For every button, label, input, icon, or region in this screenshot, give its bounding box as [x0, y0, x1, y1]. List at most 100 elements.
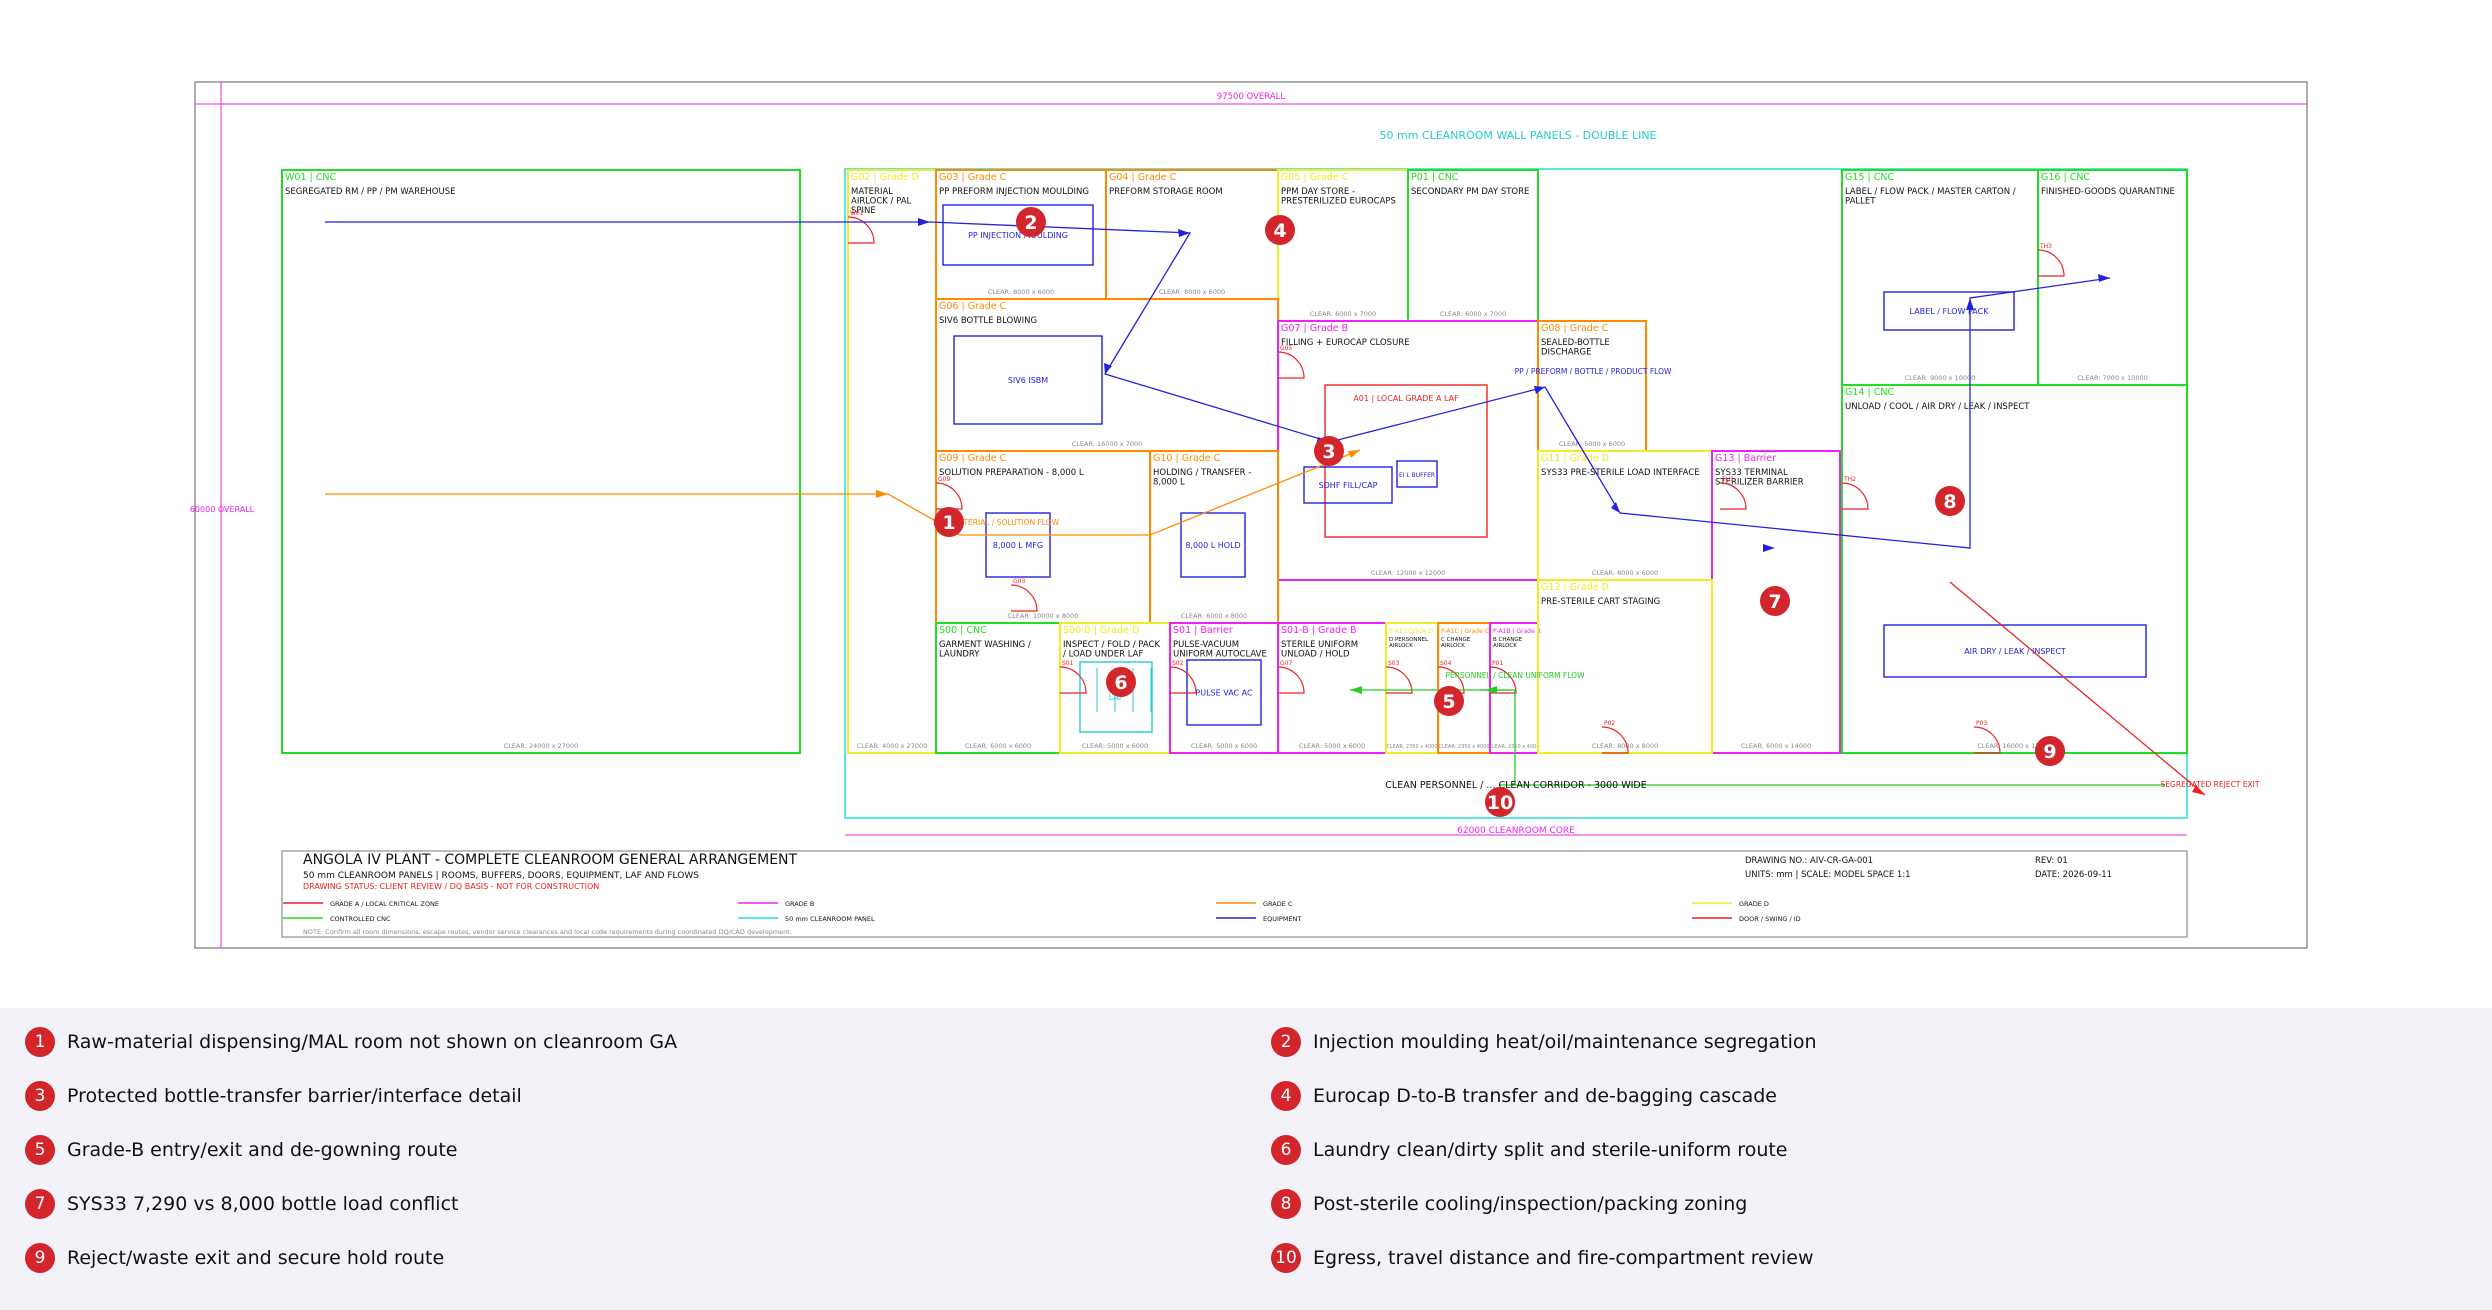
note-item-10: 10 Egress, travel distance and fire-compa… [1271, 1240, 1814, 1276]
note-text: Eurocap D-to-B transfer and de-bagging c… [1313, 1085, 1777, 1107]
room-pst-name: PRE-STERILE CART STAGING [1541, 597, 1660, 607]
equipment-fill: SDHF FILL/CAP [1303, 466, 1393, 504]
equipment-air: AIR DRY / LEAK / INSPECT [1883, 624, 2147, 678]
room-g04-id: G04 | Grade C [1109, 172, 1177, 183]
note-text: Raw-material dispensing/MAL room not sho… [67, 1031, 678, 1053]
room-g09: G09 | Grade C SOLUTION PREPARATION - 8,00… [935, 450, 1151, 624]
room-g08-name: SEALED-BOTTLE [1541, 338, 1610, 348]
review-marker-8[interactable]: 8 [1935, 486, 1965, 516]
room-g06-id: G06 | Grade C [939, 301, 1007, 312]
room-w01-id: W01 | CNC [285, 172, 336, 183]
note-text: SYS33 7,290 vs 8,000 bottle load conflic… [67, 1193, 459, 1215]
legend-label: 50 mm CLEANROOM PANEL [785, 915, 875, 923]
room-g07-clear: CLEAR: 12000 x 12000 [1371, 569, 1446, 577]
note-number-badge: 6 [1271, 1135, 1301, 1165]
door-id: S01 [1062, 660, 1074, 667]
room-ins-name: / LOAD UNDER LAF [1063, 650, 1143, 660]
equipment-label: PP INJECTION MOULDING [968, 231, 1068, 240]
review-marker-6[interactable]: 6 [1106, 667, 1136, 697]
room-g07-name: FILLING + EUROCAP CLOSURE [1281, 338, 1410, 348]
room-s00-id: S00 | CNC [939, 625, 987, 636]
legend-label: GRADE A / LOCAL CRITICAL ZONE [330, 900, 439, 908]
door-id: TH2 [1843, 476, 1856, 483]
review-marker-9[interactable]: 9 [2035, 736, 2065, 766]
room-g06-clear: CLEAR: 16000 x 7000 [1072, 440, 1142, 448]
room-pa3-id: P-A1B | Grade B [1493, 628, 1541, 635]
door-swing: S02 [1169, 660, 1197, 694]
legend-label: EQUIPMENT [1263, 915, 1301, 923]
room-g08-id: G08 | Grade C [1541, 323, 1609, 334]
room-pa1-id: P-A1 | Grade D [1389, 628, 1433, 635]
note-number-badge: 7 [25, 1189, 55, 1219]
room-g05: G05 | Grade C PPM DAY STORE -PRESTERILIZE… [1277, 169, 1409, 322]
room-g08-clear: CLEAR: 5000 x 6000 [1559, 440, 1625, 448]
room-g15-clear: CLEAR: 9000 x 10000 [1905, 374, 1975, 382]
room-s00-name: LAUNDRY [939, 650, 980, 660]
equipment-sib: SIV6 ISBM [953, 335, 1103, 425]
door-id: TH3 [2039, 243, 2052, 250]
room-ins-name: INSPECT / FOLD / PACK [1063, 640, 1160, 650]
room-p01-name: SECONDARY PM DAY STORE [1411, 187, 1529, 197]
review-marker-number: 8 [1943, 491, 1956, 513]
review-marker-3[interactable]: 3 [1314, 436, 1344, 466]
review-marker-number: 6 [1114, 672, 1127, 694]
review-marker-10[interactable]: 10 [1485, 787, 1515, 817]
note-item-3: 3 Protected bottle-transfer barrier/inter… [25, 1078, 522, 1114]
equipment-pulse: PULSE VAC AC [1186, 659, 1262, 726]
door-id: G05 [1280, 345, 1292, 352]
core-dim: 62000 CLEANROOM CORE [1457, 826, 1575, 836]
drawing-units: UNITS: mm | SCALE: MODEL SPACE 1:1 [1745, 870, 1911, 880]
room-w01-name: SEGREGATED RM / PP / PM WAREHOUSE [285, 187, 455, 197]
equipment-label: EI L BUFFER [1399, 472, 1435, 479]
equipment-pp: PP INJECTION MOULDING [942, 204, 1094, 266]
door-swing: G03 [1010, 578, 1038, 612]
room-mal-name: MATERIAL [851, 187, 893, 197]
room-g05-clear: CLEAR: 6000 x 7000 [1310, 310, 1376, 318]
room-pa3-name: AIRLOCK [1493, 643, 1517, 649]
room-pa2-clear: CLEAR: 2350 x 4000 [1438, 744, 1489, 750]
room-g05-name: PPM DAY STORE - [1281, 187, 1355, 197]
drawing-status: DRAWING STATUS: CLIENT REVIEW / DQ BASIS… [303, 882, 599, 891]
review-marker-7[interactable]: 7 [1760, 586, 1790, 616]
review-marker-number: 4 [1273, 220, 1286, 242]
room-g07-id: G07 | Grade B [1281, 323, 1348, 334]
room-g09-name: SOLUTION PREPARATION - 8,000 L [939, 468, 1084, 478]
room-ins-id: S00-B | Grade D [1063, 625, 1139, 636]
room-g13-id: G13 | Barrier [1715, 453, 1776, 464]
note-number-badge: 4 [1271, 1081, 1301, 1111]
room-g16-clear: CLEAR: 7000 x 10000 [2077, 374, 2147, 382]
room-pa2-name: AIRLOCK [1441, 643, 1465, 649]
room-g13-clear: CLEAR: 6000 x 14000 [1741, 742, 1811, 750]
note-text: Post-sterile cooling/inspection/packing … [1313, 1193, 1748, 1215]
note-item-6: 6 Laundry clean/dirty split and sterile-u… [1271, 1132, 1788, 1168]
review-marker-1[interactable]: 1 [934, 507, 964, 537]
room-w01-clear: CLEAR: 24000 x 27000 [504, 742, 579, 750]
room-s01-name: UNIFORM AUTOCLAVE [1173, 650, 1267, 660]
wall-panels-label: 50 mm CLEANROOM WALL PANELS - DOUBLE LIN… [1380, 129, 1657, 142]
door-id: G07 [1280, 660, 1292, 667]
note-number-badge: 9 [25, 1243, 55, 1273]
room-g14: G14 | CNC UNLOAD / COOL / AIR DRY / LEAK … [1841, 384, 2188, 754]
review-marker-2[interactable]: 2 [1016, 207, 1046, 237]
review-marker-number: 2 [1024, 212, 1037, 234]
room-mal-name: AIRLOCK / PAL [851, 197, 912, 207]
room-pst-id: G12 | Grade D [1541, 582, 1609, 593]
room-g06-name: SIV6 BOTTLE BLOWING [939, 316, 1037, 326]
room-sys: G11 | Grade D SYS33 PRE-STERILE LOAD INTE… [1537, 450, 1713, 581]
equipment-label: LABEL / FLOW PACK [1910, 307, 1990, 316]
room-g16: G16 | CNC FINISHED-GOODS QUARANTINE CLEAR:… [2037, 169, 2188, 386]
review-marker-5[interactable]: 5 [1434, 686, 1464, 716]
room-g14-name: UNLOAD / COOL / AIR DRY / LEAK / INSPECT [1845, 402, 2030, 412]
equipment-label: SDHF FILL/CAP [1319, 481, 1378, 490]
review-marker-4[interactable]: 4 [1265, 215, 1295, 245]
equipment-lbl: LABEL / FLOW PACK [1883, 291, 2015, 331]
note-item-8: 8 Post-sterile cooling/inspection/packing… [1271, 1186, 1747, 1222]
equipment-label: 8,000 L MFG [993, 541, 1043, 550]
room-s01b: S01-B | Grade B STERILE UNIFORMUNLOAD / H… [1277, 622, 1387, 754]
drawing-rev: REV: 01 [2035, 856, 2068, 866]
cleanroom-ga-drawing: 97500 OVERALL 60000 OVERALL 50 mm CLEANR… [190, 81, 2308, 949]
drawing-note: NOTE: Confirm all room dimensions, escap… [303, 928, 792, 936]
note-text: Grade-B entry/exit and de-gowning route [67, 1139, 458, 1161]
door-id: TH1 [1721, 476, 1734, 483]
door-swing: TH2 [1841, 476, 1869, 510]
